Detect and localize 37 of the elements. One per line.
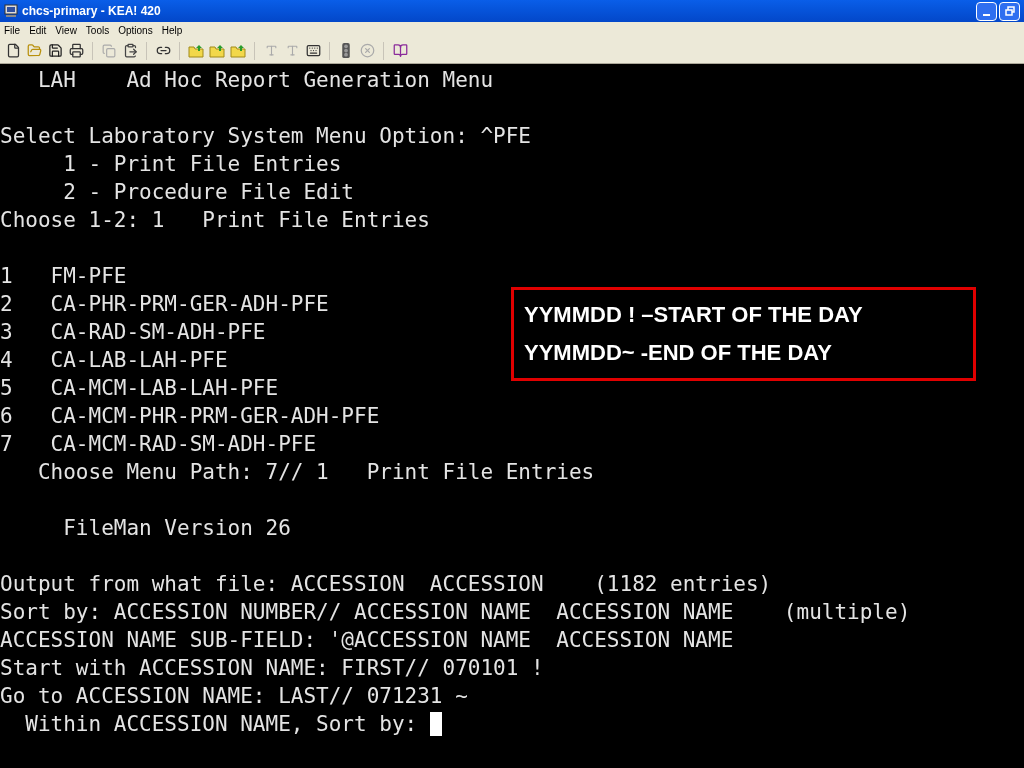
callout-text: YYMMDD~ -END OF THE DAY — [524, 340, 833, 366]
print-icon[interactable] — [67, 41, 85, 60]
terminal-line: 1 FM-PFE — [0, 263, 127, 290]
restore-icon — [1004, 6, 1015, 16]
terminal-line: 2 CA-PHR-PRM-GER-ADH-PFE — [0, 291, 329, 318]
menu-item[interactable]: File — [4, 22, 21, 38]
menu-item[interactable]: View — [55, 22, 77, 38]
save-icon[interactable] — [46, 41, 64, 60]
terminal-line: ACCESSION NAME SUB-FIELD: '@ACCESSION NAME ACCESSION NAME — [0, 627, 734, 654]
terminal-line: 7 CA-MCM-RAD-SM-ADH-PFE — [0, 431, 317, 458]
terminal-icon — [4, 4, 18, 18]
terminal-line: 2 - Procedure File Edit — [62, 179, 354, 206]
terminal-line: 5 CA-MCM-LAB-LAH-PFE — [0, 375, 279, 402]
terminal-line: Start with ACCESSION NAME: FIRST// 070101 ! — [0, 655, 544, 682]
terminal-line: Select Laboratory System Menu Option: ^PFE — [0, 123, 531, 150]
terminal-line: LAH Ad Hoc Report Generation Menu — [36, 67, 494, 94]
menu-item[interactable]: Edit — [29, 22, 47, 38]
terminal-line: Go to ACCESSION NAME: LAST// 071231 ~ — [0, 683, 468, 710]
terminal-line: FileMan Version 26 — [62, 515, 291, 542]
book-icon[interactable] — [391, 41, 409, 60]
terminal-line: Choose 1-2: 1 Print File Entries — [0, 207, 430, 234]
terminal-line: Within ACCESSION NAME, Sort by: — [24, 711, 419, 738]
menu-item[interactable]: Help — [161, 22, 183, 38]
terminal-line: Choose Menu Path: 7// 1 Print File Entries — [36, 459, 595, 486]
terminal-line: Sort by: ACCESSION NUMBER// ACCESSION NAME ACCESSION NAME (multiple) — [0, 599, 911, 626]
menu-item[interactable]: Tools — [85, 22, 110, 38]
terminal-line: 4 CA-LAB-LAH-PFE — [0, 347, 228, 374]
restore-button[interactable] — [999, 1, 1020, 21]
menu-item[interactable]: Options — [118, 22, 153, 38]
terminal-line: 6 CA-MCM-PHR-PRM-GER-ADH-PFE — [0, 403, 380, 430]
terminal-line: 1 - Print File Entries — [62, 151, 342, 178]
terminal-line: Output from what file: ACCESSION ACCESSION (1182 entries) — [0, 571, 772, 598]
callout-text: YYMMDD ! –START OF THE DAY — [524, 302, 864, 328]
minimize-button[interactable] — [976, 1, 997, 21]
window-title: chcs-primary - KEA! 420 — [22, 3, 161, 20]
terminal-line: 3 CA-RAD-SM-ADH-PFE — [0, 319, 266, 346]
text-cursor — [429, 712, 442, 736]
